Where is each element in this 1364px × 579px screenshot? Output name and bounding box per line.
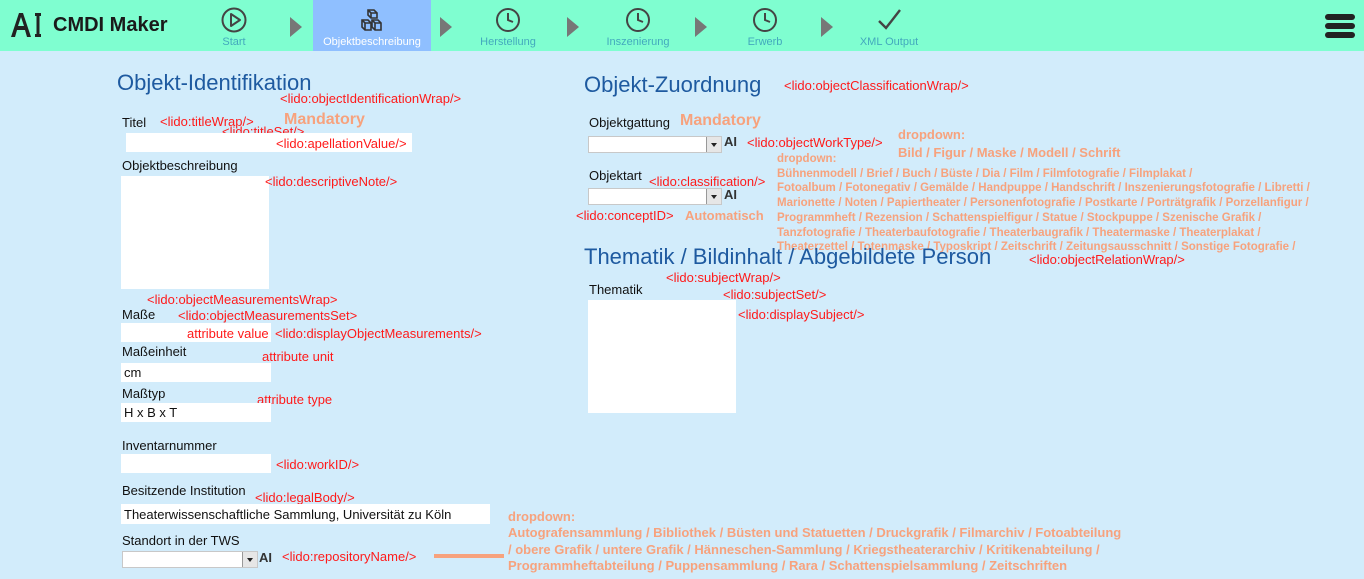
subject-textarea[interactable] [588,300,736,413]
location-options-list: Autografensammlung / Bibliothek / Büsten… [508,525,1121,575]
lido-tag-work-id: <lido:workID/> [276,457,360,472]
lido-tag-descriptive-note: <lido:descriptiveNote/> [265,174,398,189]
chevron-down-icon[interactable] [242,552,257,567]
lido-tag-legal-body: <lido:legalBody/> [255,490,355,505]
clock-icon [626,8,650,32]
label-masseinheit: Maßeinheit [122,344,187,359]
arrow-right-icon [290,17,302,37]
type-options-line: Programmheft / Rezension / Schattenspiel… [777,211,1262,224]
lido-tag-object-measurements-wrap: <lido:objectMeasurementsWrap> [147,292,338,307]
location-options-line: / obere Grafik / untere Grafik / Hännesc… [508,541,1100,557]
label-objektart: Objektart [589,168,642,183]
automatic-note: Automatisch [685,208,764,223]
lido-tag-subject-set: <lido:subjectSet/> [723,287,827,302]
label-besitzende-institution: Besitzende Institution [122,483,246,498]
type-options-list: dropdown: Bühnenmodell / Brief / Buch / … [777,152,1310,255]
object-type-dropdown[interactable] [588,188,722,205]
step-start[interactable]: Start [175,0,293,51]
lido-tag-object-measurements-set: <lido:objectMeasurementsSet> [178,308,358,323]
label-thematik: Thematik [589,282,643,297]
lido-tag-repository-name: <lido:repositoryName/> [282,549,417,564]
type-options-line: Fotoalbum / Fotonegativ / Gemälde / Hand… [777,182,1310,195]
location-options-line: Autografensammlung / Bibliothek / Büsten… [508,525,1122,540]
step-inszenierung[interactable]: Inszenierung [579,0,697,51]
attribute-unit-note: attribute unit [262,349,334,364]
step-label: Erwerb [747,36,783,48]
step-objektbeschreibung[interactable]: Objektbeschreibung [313,0,431,51]
cubes-icon [361,9,382,31]
lido-tag-apellation-value: <lido:apellationValue/> [276,136,407,151]
step-label: Start [222,36,246,48]
location-dropdown-title: dropdown: [508,509,576,524]
lido-tag-object-identification-wrap: <lido:objectIdentificationWrap/> [280,91,462,106]
label-objektbeschreibung: Objektbeschreibung [122,158,238,173]
top-navigation-bar: CMDI Maker Start Objektbeschreibung Hers… [0,0,1364,51]
location-options-line: Programmheftabteilung / Puppensammlung /… [508,558,1068,574]
label-titel: Titel [122,115,147,130]
step-xml-output[interactable]: XML Output [830,0,948,51]
measurement-unit-input[interactable] [121,363,271,382]
location-dropdown[interactable] [122,551,258,568]
hamburger-menu-icon[interactable] [1325,13,1355,39]
step-label: Objektbeschreibung [323,36,421,48]
logo-icon [11,13,41,37]
chevron-down-icon[interactable] [706,137,721,152]
type-options-title: dropdown: [777,153,837,165]
type-options-line: Marionette / Noten / Papiertheater / Per… [777,197,1309,210]
ai-icon[interactable]: AI [724,187,737,202]
lido-tag-subject-wrap: <lido:subjectWrap/> [666,270,781,285]
step-erwerb[interactable]: Erwerb [706,0,824,51]
checkmark-icon [878,9,901,30]
genre-dropdown-title: dropdown: [898,127,966,142]
clock-icon [496,8,520,32]
ai-icon[interactable]: AI [724,134,737,149]
step-label: XML Output [859,36,919,48]
object-genre-dropdown[interactable] [588,136,722,153]
heading-thematik: Thematik / Bildinhalt / Abgebildete Pers… [584,244,992,269]
inventory-number-input[interactable] [121,454,271,473]
step-label: Herstellung [480,36,536,48]
app-title: CMDI Maker [53,14,168,36]
step-herstellung[interactable]: Herstellung [449,0,567,51]
lido-tag-object-work-type: <lido:objectWorkType/> [747,135,883,150]
attribute-value-note: attribute value [187,326,269,341]
lido-tag-object-relation-wrap: <lido:objectRelationWrap/> [1029,252,1185,267]
lido-tag-object-classification-wrap: <lido:objectClassificationWrap/> [784,78,969,93]
type-options-line: Bühnenmodell / Brief / Buch / Büste / Di… [777,167,1193,180]
chevron-down-icon[interactable] [706,189,721,204]
label-inventarnummer: Inventarnummer [122,438,217,453]
lido-tag-display-object-measurements: <lido:displayObjectMeasurements/> [275,326,482,341]
lido-tag-concept-id: <lido:conceptID> [576,208,674,223]
lido-tag-classification: <lido:classification/> [649,174,766,189]
step-label: Inszenierung [606,36,670,48]
clock-icon [753,8,777,32]
type-options-line: Tanzfotografie / Theaterbaufotografie / … [777,226,1261,239]
arrow-right-icon [567,17,579,37]
description-textarea[interactable] [121,176,269,289]
mandatory-note-objektgattung: Mandatory [680,112,761,129]
label-objektgattung: Objektgattung [589,115,670,130]
measurement-type-input[interactable] [121,403,271,422]
lido-tag-display-subject: <lido:displaySubject/> [738,307,865,322]
label-standort: Standort in der TWS [122,533,240,548]
ai-icon[interactable]: AI [259,550,272,565]
play-circle-icon [221,7,247,33]
label-masstyp: Maßtyp [122,386,166,401]
label-masse: Maße [122,307,156,322]
owner-institution-input[interactable] [121,504,490,524]
connector-line [434,554,504,558]
heading-objekt-zuordnung: Objekt-Zuordnung [584,72,762,97]
